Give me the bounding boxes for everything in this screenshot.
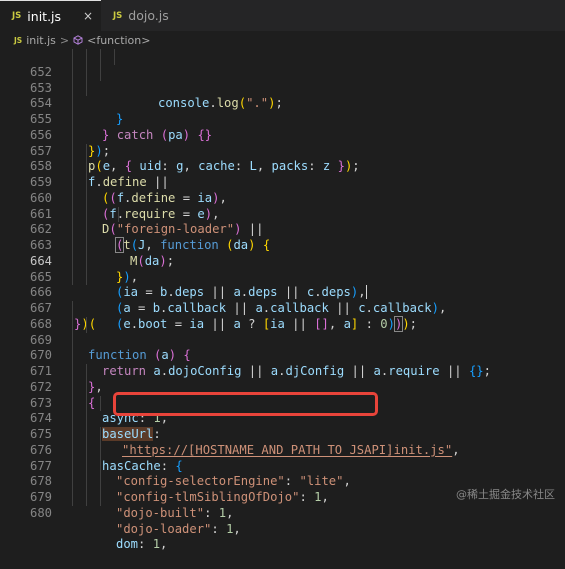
code-line: 654 } catch (pa) {} — [0, 80, 565, 142]
code-line: 678 "dojo-built": 1, — [0, 458, 565, 520]
code-line: 660 D("foreign-loader") || — [0, 175, 565, 236]
watermark: @稀土掘金技术社区 — [456, 488, 555, 501]
code-line: 661 (t(J, function (da) { — [0, 190, 565, 253]
line-number: 680 — [29, 505, 52, 520]
close-icon[interactable]: × — [83, 9, 93, 23]
code-line: 676 "config-selectorEngine": "lite", — [0, 427, 565, 488]
code-line: 656 p(e, { uid: g, cache: L, packs: z })… — [0, 112, 565, 173]
code-line: 655 }); — [0, 96, 565, 158]
editor-tab-bar: JS init.js × JS dojo.js — [0, 0, 565, 31]
line-code: "dojo-loader": 1, — [116, 521, 241, 536]
tab-dojo-js[interactable]: JS dojo.js — [101, 0, 189, 31]
code-line: 663 }), — [0, 222, 565, 284]
code-line: 653 } — [0, 64, 565, 126]
code-line: 668 function (a) { — [0, 301, 565, 362]
breadcrumb-symbol[interactable]: <function> — [87, 34, 150, 47]
code-line: 673 baseUrl: — [0, 379, 565, 441]
code-line: 671 { — [0, 348, 565, 410]
code-line: 672 async: 1, — [0, 364, 565, 425]
code-line: 675 hasCache: { — [0, 411, 565, 473]
code-line: 669 return a.dojoConfig || a.djConfig ||… — [0, 316, 565, 378]
js-file-icon: JS — [12, 11, 22, 21]
code-line: 664 (ia = b.deps || a.deps || c.deps), — [0, 238, 565, 300]
chevron-right-icon: > — [59, 33, 70, 47]
breadcrumb: JS init.js > <function> — [0, 31, 565, 49]
code-line: 674 "https://[HOSTNAME_AND_PATH_TO_JSAPI… — [0, 395, 565, 457]
line-code: "dojo-built": 1, — [116, 505, 234, 520]
tab-label: dojo.js — [128, 8, 169, 23]
tab-label: init.js — [27, 8, 62, 24]
js-file-icon: JS — [113, 10, 123, 21]
code-line: 658 ((f.define = ia), — [0, 143, 565, 205]
code-editor[interactable]: 652 console.log("."); 653 } 654 } catch … — [0, 49, 565, 551]
code-line: 670 }, — [0, 332, 565, 394]
code-line: 667 })( — [0, 285, 565, 331]
code-line: 662 M(da); — [0, 206, 565, 268]
line-code: dom: 1, — [116, 537, 168, 552]
code-line: 659 (f.require = e), — [0, 159, 565, 221]
symbol-method-icon — [73, 35, 83, 45]
code-line: 666 (e.boot = ia || a ? [ia || [], a] : … — [0, 269, 565, 332]
scrollbar[interactable] — [553, 49, 565, 506]
tab-init-js[interactable]: JS init.js × — [0, 0, 101, 31]
code-line: 652 console.log("."); — [0, 49, 565, 110]
js-file-icon: JS — [14, 35, 23, 45]
code-line: 677 "config-tlmSiblingOfDojo": 1, — [0, 442, 565, 504]
code-line: 665 (a = b.callback || a.callback || c.c… — [0, 253, 565, 315]
breadcrumb-file[interactable]: init.js — [26, 34, 56, 47]
code-line: 657 f.define || — [0, 127, 565, 189]
